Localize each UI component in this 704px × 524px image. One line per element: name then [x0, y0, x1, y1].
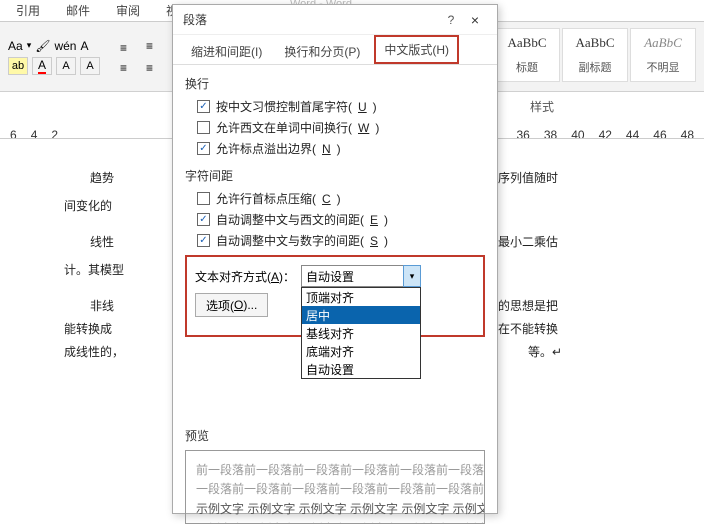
section-wrap-label: 换行	[185, 75, 497, 92]
font-color-button[interactable]: A	[32, 57, 52, 75]
phonetic-guide-button[interactable]: wén	[54, 39, 76, 53]
checkbox-icon[interactable]	[197, 234, 210, 247]
ruler-left: 642	[10, 128, 58, 142]
style-subtle[interactable]: AaBbC不明显	[630, 28, 696, 82]
doc-text: 非线	[90, 294, 114, 318]
checkbox-icon[interactable]	[197, 142, 210, 155]
checkbox-icon[interactable]	[197, 100, 210, 113]
clear-format-button[interactable]: A	[80, 39, 88, 53]
align-option-bottom[interactable]: 底端对齐	[302, 342, 420, 360]
tab-chinese-typography[interactable]: 中文版式(H)	[374, 35, 459, 64]
doc-text: 间变化的	[64, 194, 112, 218]
style-subtitle[interactable]: AaBbC副标题	[562, 28, 628, 82]
preview-box: 前一段落前一段落前一段落前一段落前一段落前一段落前一段落前一段落 一段落前一段落…	[185, 450, 485, 524]
check-punct-overflow[interactable]: 允许标点溢出边界(N)	[197, 140, 497, 157]
align-option-center[interactable]: 居中	[302, 306, 420, 324]
dialog-help-button[interactable]: ?	[439, 13, 463, 27]
dialog-title: 段落	[183, 11, 439, 28]
doc-text: 计。其模型	[64, 258, 124, 282]
doc-text: 在不能转换	[498, 317, 558, 341]
align-left-button[interactable]: ≡	[120, 61, 142, 75]
text-align-combo[interactable]: 自动设置 ▾ 顶端对齐 居中 基线对齐 底端对齐 自动设置	[301, 265, 421, 287]
align-center-button[interactable]: ≡	[146, 61, 168, 75]
text-align-dropdown: 顶端对齐 居中 基线对齐 底端对齐 自动设置	[301, 287, 421, 379]
doc-text: 等。↵	[528, 340, 562, 364]
doc-text: 能转换成	[64, 317, 112, 341]
doc-text: 成线性的，	[64, 340, 124, 364]
char-shading-button[interactable]: A	[80, 57, 100, 75]
change-case-button[interactable]: Aa	[8, 39, 23, 53]
ruler-right: 36384042444648	[516, 128, 694, 142]
styles-group-label: 样式	[530, 98, 554, 115]
bullets-button[interactable]: ≡	[120, 39, 142, 57]
checkbox-icon[interactable]	[197, 121, 210, 134]
ribbon-tab-references[interactable]: 引用	[12, 0, 44, 21]
align-option-top[interactable]: 顶端对齐	[302, 288, 420, 306]
alignment-highlight-box: 文本对齐方式(A)： 自动设置 ▾ 顶端对齐 居中 基线对齐 底端对齐 自动设置…	[185, 255, 485, 337]
format-painter-icon[interactable]: 🖌	[35, 39, 50, 53]
chevron-down-icon[interactable]: ▾	[403, 265, 421, 287]
char-border-button[interactable]: A	[56, 57, 76, 75]
preview-label: 预览	[185, 427, 485, 444]
doc-text: 序列值随时	[498, 166, 558, 190]
options-button[interactable]: 选项(O)...	[195, 293, 268, 317]
section-spacing-label: 字符间距	[185, 167, 497, 184]
check-compress-punct[interactable]: 允许行首标点压缩(C)	[197, 190, 497, 207]
checkbox-icon[interactable]	[197, 213, 210, 226]
check-chinese-firstlast[interactable]: 按中文习惯控制首尾字符(U)	[197, 98, 497, 115]
doc-text: 的思想是把	[498, 294, 558, 318]
dialog-close-button[interactable]: ×	[463, 12, 487, 28]
text-align-label: 文本对齐方式(A)：	[195, 268, 295, 285]
doc-text: 最小二乘估	[498, 230, 558, 254]
paragraph-dialog: 段落 ? × 缩进和间距(I) 换行和分页(P) 中文版式(H) 换行 按中文习…	[172, 4, 498, 514]
checkbox-icon[interactable]	[197, 192, 210, 205]
check-cjk-number-space[interactable]: 自动调整中文与数字的间距(S)	[197, 232, 497, 249]
check-cjk-latin-space[interactable]: 自动调整中文与西文的间距(E)	[197, 211, 497, 228]
style-title[interactable]: AaBbC标题	[494, 28, 560, 82]
align-option-auto[interactable]: 自动设置	[302, 360, 420, 378]
align-option-baseline[interactable]: 基线对齐	[302, 324, 420, 342]
doc-text: 趋势	[90, 166, 114, 190]
ribbon-tab-mailings[interactable]: 邮件	[62, 0, 94, 21]
highlight-button[interactable]: ab	[8, 57, 28, 75]
tab-line-page-breaks[interactable]: 换行和分页(P)	[276, 39, 368, 64]
numbering-button[interactable]: ≡	[146, 39, 168, 57]
ribbon-tab-review[interactable]: 审阅	[112, 0, 144, 21]
doc-text: 线性	[90, 230, 114, 254]
tab-indent-spacing[interactable]: 缩进和间距(I)	[183, 39, 270, 64]
check-latin-wordbreak[interactable]: 允许西文在单词中间换行(W)	[197, 119, 497, 136]
